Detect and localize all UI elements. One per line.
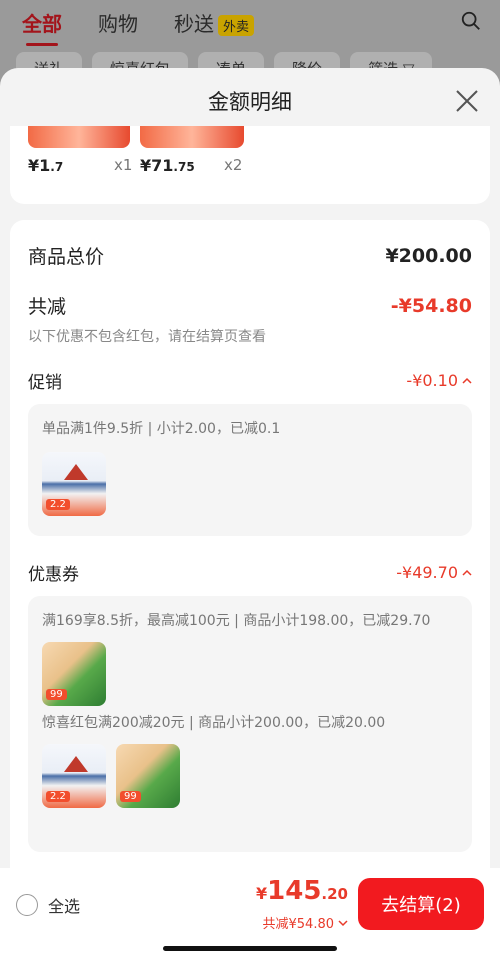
sheet-header: 金额明细	[0, 68, 500, 134]
tab-instant-label: 秒送	[174, 11, 214, 36]
product-thumbnail: 99	[116, 744, 180, 808]
promotion-label: 促销	[28, 373, 62, 393]
home-indicator	[163, 946, 337, 951]
coupon-thumbnails-1: 99	[42, 642, 458, 710]
coupon-value: -¥49.70	[396, 563, 458, 582]
product-price-decimal: .75	[173, 160, 195, 174]
tab-shopping[interactable]: 购物	[98, 8, 138, 37]
promotion-value: -¥0.10	[406, 371, 458, 390]
total-price-row: 商品总价 ¥200.00	[28, 242, 472, 269]
product-quantity: x2	[224, 156, 243, 174]
coupon-detail-box: 满169享8.5折，最高减100元 | 商品小计198.00，已减29.70 9…	[28, 596, 472, 852]
product-thumbnail	[140, 126, 244, 148]
checkout-total: ¥145.20 共减¥54.80	[256, 876, 348, 932]
promotion-row[interactable]: 促销 -¥0.10	[28, 368, 472, 393]
discount-note: 以下优惠不包含红包，请在结算页查看	[28, 329, 266, 345]
coupon-label: 优惠券	[28, 565, 79, 585]
total-discount-row: 共减 -¥54.80	[28, 292, 472, 319]
coupon-value-group: -¥49.70	[396, 563, 472, 582]
total-price-decimal: .20	[321, 885, 348, 903]
select-all-radio[interactable]	[16, 894, 38, 916]
product-list-card: ¥1.7 x1 ¥71.75 x2	[10, 126, 490, 204]
total-price-value: ¥200.00	[385, 244, 472, 267]
product-thumbnail: 2.2	[42, 744, 106, 808]
top-tab-bar: 全部 购物 秒送 外卖	[22, 8, 482, 46]
product-tag: 2.2	[46, 499, 70, 510]
search-icon[interactable]	[460, 10, 482, 32]
amount-detail-sheet: 金额明细 ¥1.7 x1 ¥71.75 x2 商品总价 ¥200.00 共减 -…	[0, 68, 500, 959]
product-thumbnail: 2.2	[42, 452, 106, 516]
product-thumbnail: 99	[42, 642, 106, 706]
product-price-decimal: .7	[50, 160, 64, 174]
currency-symbol: ¥	[256, 884, 268, 903]
mountain-logo-icon	[64, 756, 88, 772]
product-price: ¥1.7	[28, 156, 63, 175]
coupon-detail-text-1: 满169享8.5折，最高减100元 | 商品小计198.00，已减29.70	[42, 613, 431, 629]
total-discount-value: -¥54.80	[390, 294, 472, 317]
product-thumbnail	[28, 126, 130, 148]
tab-instant[interactable]: 秒送 外卖	[174, 8, 255, 37]
chevron-up-icon	[462, 377, 472, 384]
promotion-value-group: -¥0.10	[406, 371, 472, 390]
product-price: ¥71.75	[140, 156, 195, 175]
sheet-title: 金额明细	[208, 90, 292, 114]
coupon-row[interactable]: 优惠券 -¥49.70	[28, 560, 472, 585]
select-all-label: 全选	[48, 897, 81, 916]
amount-summary-card: 商品总价 ¥200.00 共减 -¥54.80 以下优惠不包含红包，请在结算页查…	[10, 220, 490, 900]
checkout-bar: 全选 ¥145.20 共减¥54.80 去结算(2)	[0, 868, 500, 959]
chevron-up-icon	[462, 569, 472, 576]
chevron-down-icon	[338, 919, 348, 926]
checkout-discount-text: 共减¥54.80	[262, 917, 335, 932]
tab-all[interactable]: 全部	[22, 8, 62, 46]
total-discount-label: 共减	[28, 296, 67, 318]
select-all-toggle[interactable]: 全选	[16, 893, 80, 917]
product-price-main: ¥1	[28, 156, 51, 175]
coupon-thumbnails-2: 2.2 99	[42, 744, 458, 812]
total-price-integer: 145	[267, 876, 322, 906]
checkout-button[interactable]: 去结算(2)	[358, 878, 484, 930]
product-tag: 99	[46, 689, 67, 700]
takeout-badge: 外卖	[218, 14, 255, 36]
promotion-detail-text: 单品满1件9.5折 | 小计2.00，已减0.1	[42, 421, 281, 437]
product-tag: 99	[120, 791, 141, 802]
close-icon[interactable]	[454, 88, 480, 114]
coupon-detail-text-2: 惊喜红包满200减20元 | 商品小计200.00，已减20.00	[42, 715, 386, 731]
product-quantity: x1	[114, 156, 133, 174]
total-price-label: 商品总价	[28, 246, 105, 268]
mountain-logo-icon	[64, 464, 88, 480]
promotion-thumbnails: 2.2	[42, 452, 458, 520]
checkout-total-price: ¥145.20	[256, 876, 348, 909]
promotion-detail-box: 单品满1件9.5折 | 小计2.00，已减0.1 2.2	[28, 404, 472, 536]
checkout-discount[interactable]: 共减¥54.80	[256, 913, 348, 932]
product-tag: 2.2	[46, 791, 70, 802]
product-price-main: ¥71	[140, 156, 174, 175]
